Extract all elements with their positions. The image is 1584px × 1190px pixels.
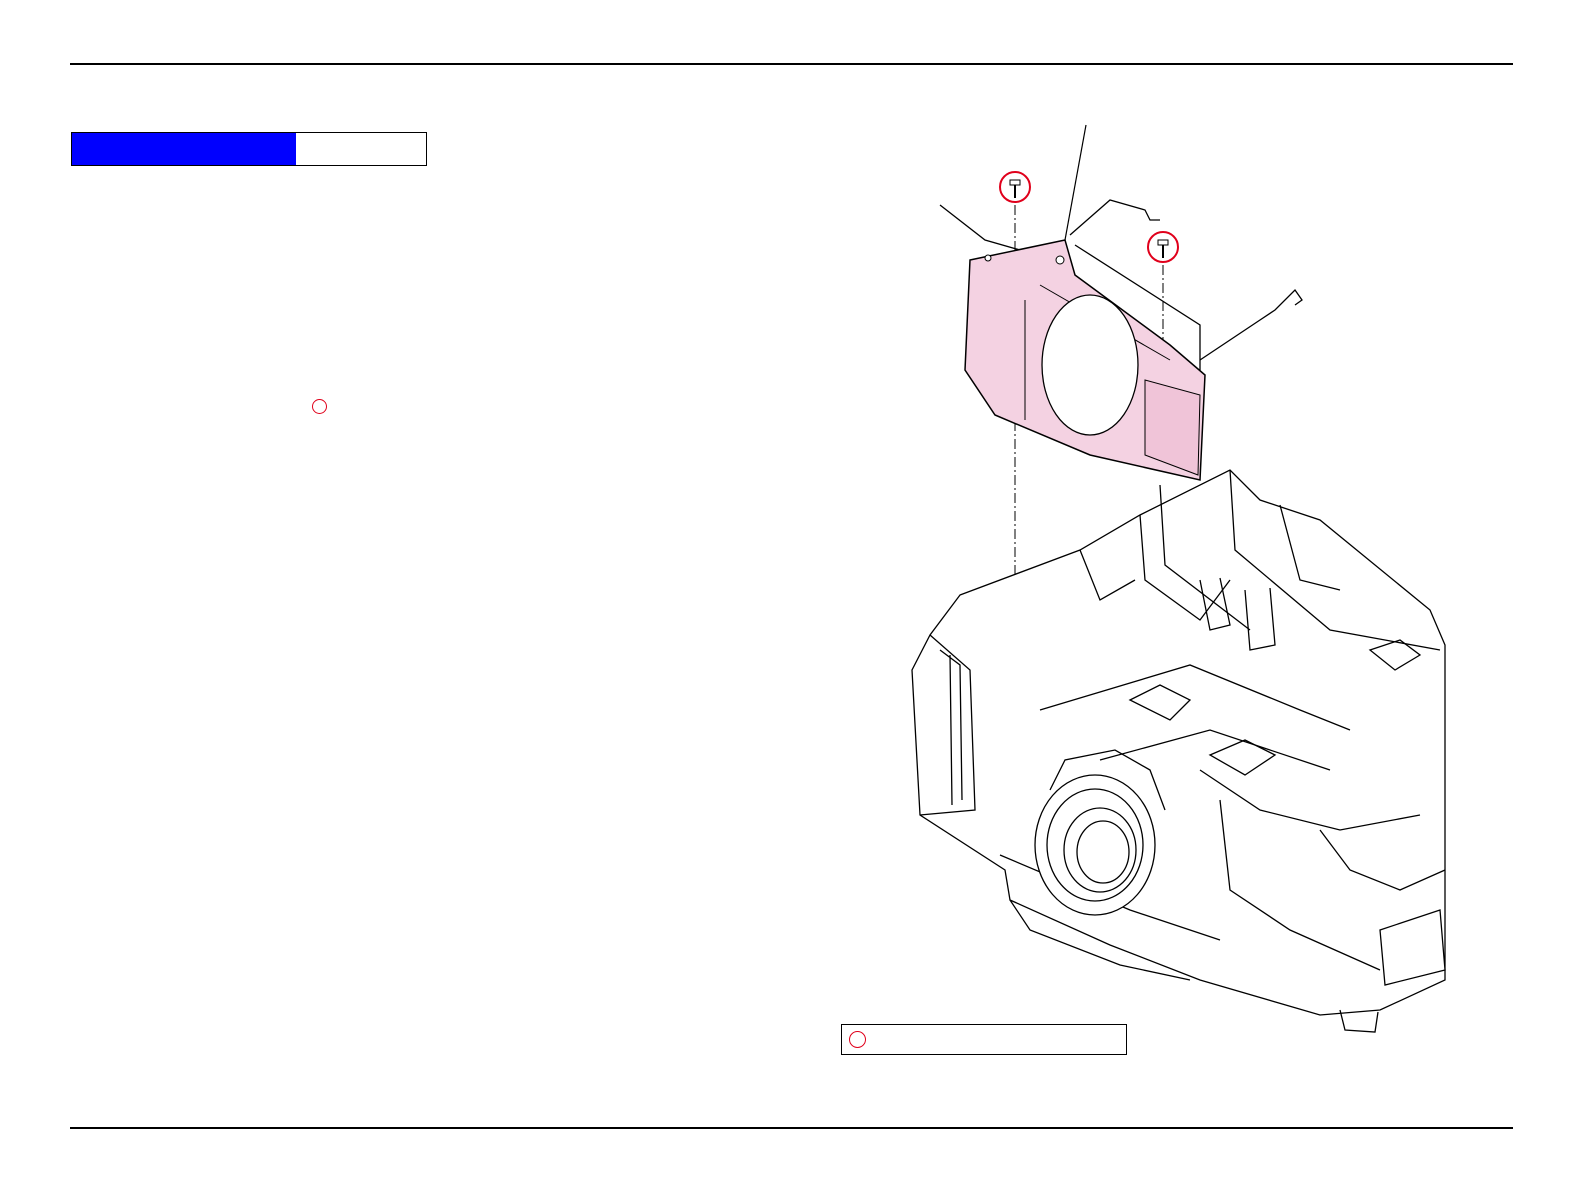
legend-screw-marker-icon [849, 1031, 866, 1048]
bottom-rule [70, 1127, 1513, 1129]
section-header [71, 132, 427, 166]
screw-marker-icon [312, 399, 327, 414]
projector-disassembly-illustration [911, 124, 1446, 1033]
screw-1-icon [999, 171, 1031, 203]
screw-2-icon [1147, 231, 1179, 263]
section-header-fill [72, 133, 296, 165]
part-leader-line [1064, 124, 1087, 241]
section-header-caption [296, 133, 426, 165]
legend-box [841, 1024, 1127, 1055]
projector-chassis [911, 469, 1446, 1033]
pink-duct-cover [964, 239, 1206, 481]
top-rule [70, 63, 1513, 65]
